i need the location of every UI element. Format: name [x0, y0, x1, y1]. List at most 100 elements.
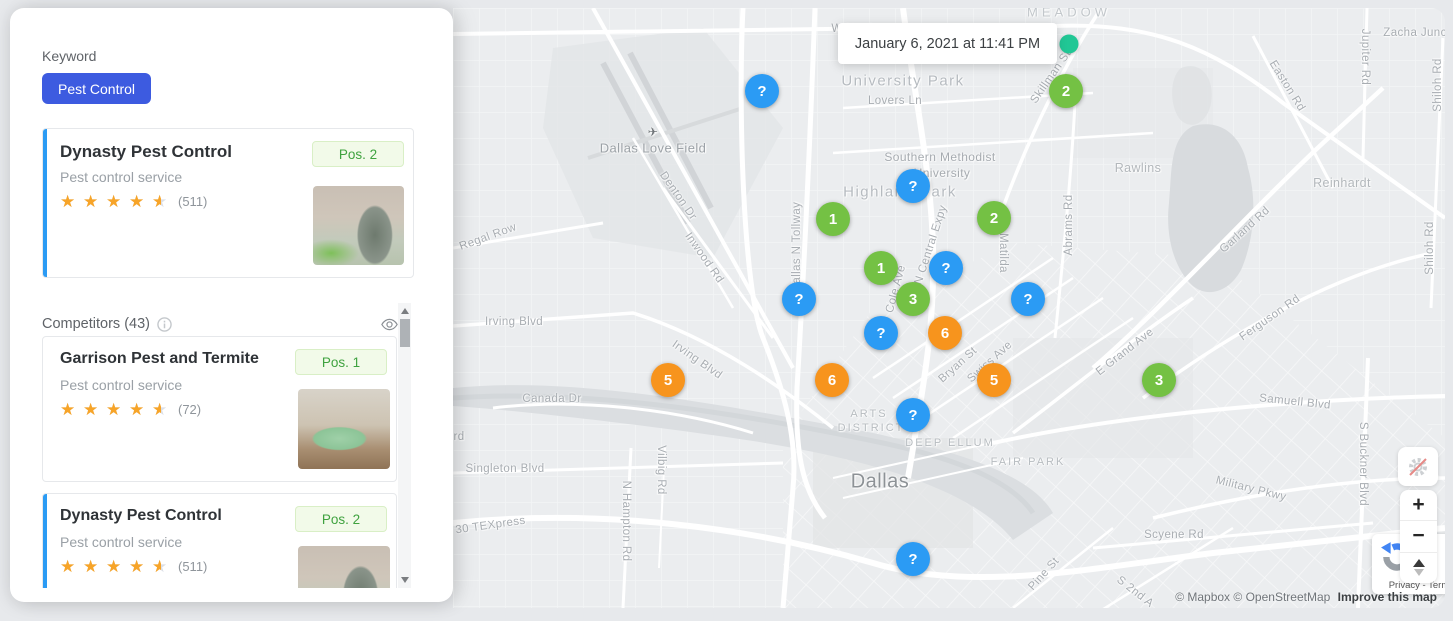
business-photo — [313, 186, 404, 265]
rank-pin[interactable]: ? — [929, 251, 963, 285]
rank-pin[interactable]: 5 — [977, 363, 1011, 397]
star-icon: ★★ — [60, 400, 76, 419]
map-label: Canada Dr — [522, 393, 582, 405]
star-icon: ★★ — [129, 400, 145, 419]
star-icon: ★★ — [152, 192, 168, 211]
map-attribution: © Mapbox © OpenStreetMap Improve this ma… — [1175, 590, 1437, 604]
map-label: Shiloh Rd — [1424, 221, 1436, 275]
map-label: Reinhardt — [1313, 176, 1371, 190]
rank-pin[interactable]: ? — [745, 74, 779, 108]
map-label: Rawlins — [1114, 161, 1162, 175]
review-count: (511) — [178, 194, 208, 209]
map-label: University Park — [841, 72, 965, 90]
map-label: N Hampton Rd — [620, 480, 632, 562]
mapbox-link[interactable]: © Mapbox — [1175, 590, 1230, 604]
map-label: Dallas — [850, 470, 910, 493]
zoom-out-button[interactable]: − — [1400, 521, 1437, 553]
business-title: Dynasty Pest Control — [60, 507, 222, 524]
map-label: ✈ — [647, 125, 659, 139]
main-business-card[interactable]: Dynasty Pest Control Pos. 2 Pest control… — [42, 128, 414, 278]
rank-pin[interactable]: ? — [782, 282, 816, 316]
zoom-in-button[interactable]: + — [1400, 490, 1437, 522]
rank-pin[interactable]: 1 — [864, 251, 898, 285]
star-icon: ★★ — [106, 400, 122, 419]
map-label: Matilda — [997, 233, 1009, 273]
rank-pin[interactable]: 3 — [896, 282, 930, 316]
rank-pin[interactable]: ? — [896, 542, 930, 576]
position-badge: Pos. 1 — [295, 349, 387, 375]
keyword-label: Keyword — [42, 48, 97, 64]
scrollbar-thumb[interactable] — [399, 319, 410, 347]
gear-slash-icon — [1409, 457, 1427, 476]
business-category: Pest control service — [60, 169, 183, 185]
rank-pin[interactable]: ? — [1011, 282, 1045, 316]
map-label: S Buckner Blvd — [1357, 421, 1369, 507]
map-canvas[interactable]: MEADOWW Northwest HwyZacha JuncJupiter R… — [453, 8, 1445, 608]
rating-stars: ★★ ★★ ★★ ★★ ★★ (511) — [60, 193, 207, 210]
improve-map-link[interactable]: Improve this map — [1338, 590, 1437, 604]
star-icon: ★★ — [152, 400, 168, 419]
rank-pin[interactable]: ? — [896, 398, 930, 432]
star-icon: ★★ — [106, 192, 122, 211]
business-category: Pest control service — [60, 377, 183, 393]
map-label: ARTS — [850, 408, 888, 420]
star-icon: ★★ — [129, 192, 145, 211]
map-label: FAIR PARK — [990, 456, 1066, 468]
scan-point-dot[interactable] — [1059, 34, 1079, 54]
map-label: Shiloh Rd — [1432, 58, 1444, 112]
business-category: Pest control service — [60, 534, 183, 550]
rank-pin[interactable]: ? — [896, 169, 930, 203]
map-label: rd — [453, 431, 465, 443]
star-icon: ★★ — [83, 400, 99, 419]
rank-pin[interactable]: 6 — [928, 316, 962, 350]
map-label: Jupiter Rd — [1359, 28, 1371, 86]
pitch-down-icon — [1413, 569, 1424, 577]
map-label: Vilbig Rd — [655, 445, 667, 495]
review-count: (72) — [178, 402, 202, 417]
map-label: Scyene Rd — [1144, 529, 1204, 541]
business-photo — [298, 546, 390, 588]
scan-date-text: January 6, 2021 at 11:41 PM — [854, 35, 1041, 52]
map-label: DISTRICT — [837, 422, 905, 434]
info-icon[interactable] — [157, 316, 172, 332]
position-badge: Pos. 2 — [295, 506, 387, 532]
rank-pin[interactable]: 3 — [1142, 363, 1176, 397]
scan-date-tooltip: January 6, 2021 at 11:41 PM — [838, 23, 1057, 64]
competitors-heading: Competitors (43) — [42, 316, 150, 332]
map-label: Southern Methodist — [884, 150, 996, 164]
competitors-list[interactable]: Garrison Pest and Termite Pos. 1 Pest co… — [42, 332, 398, 588]
competitors-scrollbar[interactable] — [398, 303, 411, 588]
pitch-toggle-button[interactable] — [1400, 553, 1437, 583]
star-icon: ★★ — [83, 192, 99, 211]
map-label: Abrams Rd — [1063, 194, 1075, 256]
zoom-controls: + − — [1400, 490, 1437, 583]
rank-pin[interactable]: 2 — [1049, 74, 1083, 108]
map-label: Lovers Ln — [867, 95, 923, 107]
map-label: Dallas N Tollway — [791, 201, 803, 293]
star-icon: ★★ — [129, 557, 145, 576]
competitor-card[interactable]: Garrison Pest and Termite Pos. 1 Pest co… — [42, 336, 397, 482]
rank-pin[interactable]: 1 — [816, 202, 850, 236]
sidebar-panel: Keyword Pest Control Dynasty Pest Contro… — [10, 8, 453, 602]
rank-pin[interactable]: 2 — [977, 201, 1011, 235]
map-label: DEEP ELLUM — [905, 437, 995, 449]
position-badge: Pos. 2 — [312, 141, 404, 167]
rank-pin[interactable]: 6 — [815, 363, 849, 397]
scroll-up-arrow[interactable] — [400, 308, 409, 314]
app-window: MEADOWW Northwest HwyZacha JuncJupiter R… — [0, 0, 1453, 621]
business-title: Dynasty Pest Control — [60, 142, 232, 161]
rank-pin[interactable]: 5 — [651, 363, 685, 397]
pitch-up-icon — [1412, 559, 1425, 568]
competitor-card[interactable]: Dynasty Pest Control Pos. 2 Pest control… — [42, 493, 397, 588]
osm-link[interactable]: © OpenStreetMap — [1233, 590, 1330, 604]
draw-disabled-button[interactable] — [1398, 447, 1438, 486]
business-title: Garrison Pest and Termite — [60, 350, 259, 367]
star-icon: ★★ — [60, 557, 76, 576]
map-label: Irving Blvd — [484, 316, 544, 328]
keyword-chip-button[interactable]: Pest Control — [42, 73, 152, 104]
map-label: MEADOW — [1027, 8, 1111, 20]
rank-pin[interactable]: ? — [864, 316, 898, 350]
map-label: Dallas Love Field — [599, 140, 707, 156]
map-label: Zacha Junc — [1383, 27, 1445, 39]
scroll-down-arrow[interactable] — [400, 577, 409, 583]
